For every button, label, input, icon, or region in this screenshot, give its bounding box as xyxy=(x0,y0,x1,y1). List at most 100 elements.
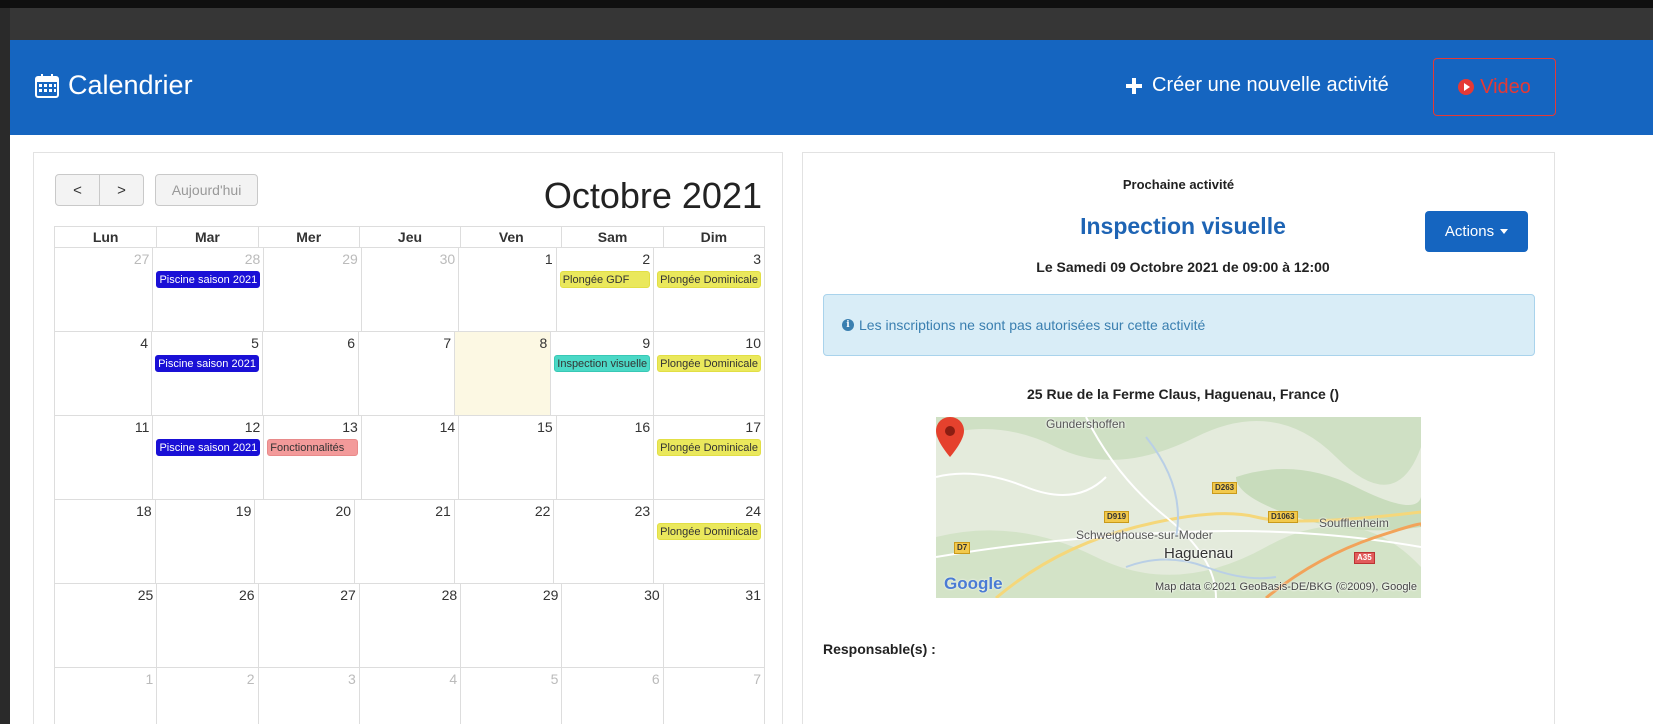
day-number[interactable]: 3 xyxy=(657,251,761,268)
day-cell[interactable]: 29 xyxy=(263,248,360,331)
location-map[interactable]: Gundershoffen Schweighouse-sur-Moder Hag… xyxy=(936,417,1421,598)
video-button[interactable]: Video xyxy=(1433,58,1556,116)
day-cell[interactable]: 6 xyxy=(261,332,358,415)
day-number[interactable]: 1 xyxy=(58,671,153,688)
actions-dropdown-button[interactable]: Actions xyxy=(1425,211,1528,252)
day-number[interactable]: 7 xyxy=(667,671,761,688)
day-cell[interactable]: 30 xyxy=(561,584,662,667)
day-number[interactable]: 2 xyxy=(560,251,650,268)
day-cell[interactable]: 19 xyxy=(154,500,255,583)
day-cell[interactable]: 15 xyxy=(458,416,555,499)
day-cell[interactable]: 6 xyxy=(561,668,662,724)
day-cell[interactable]: 7 xyxy=(358,332,454,415)
day-cell[interactable]: 5 xyxy=(460,668,561,724)
day-number[interactable]: 3 xyxy=(262,671,356,688)
day-number[interactable]: 9 xyxy=(554,335,650,352)
day-number[interactable]: 30 xyxy=(365,251,456,268)
day-number[interactable]: 16 xyxy=(560,419,651,436)
day-cell[interactable]: 25 xyxy=(55,584,156,667)
day-number[interactable]: 4 xyxy=(58,335,148,352)
day-cell[interactable]: 22 xyxy=(453,500,554,583)
day-cell[interactable]: 10 Plongée Dominicale xyxy=(653,332,764,415)
day-cell[interactable]: 3 xyxy=(257,668,359,724)
day-number[interactable]: 1 xyxy=(462,251,553,268)
day-number[interactable]: 5 xyxy=(155,335,259,352)
calendar-event[interactable]: Inspection visuelle xyxy=(554,355,651,372)
day-cell[interactable]: 16 xyxy=(555,416,653,499)
day-cell[interactable]: 9 Inspection visuelle xyxy=(550,332,653,415)
day-number[interactable]: 4 xyxy=(363,671,457,688)
day-number[interactable]: 10 xyxy=(657,335,761,352)
next-month-button[interactable]: > xyxy=(99,174,144,206)
day-cell[interactable]: 13 Fonctionnalités xyxy=(263,416,360,499)
today-button[interactable]: Aujourd'hui xyxy=(155,174,258,206)
day-number[interactable]: 31 xyxy=(667,587,761,604)
day-cell[interactable]: 23 xyxy=(553,500,653,583)
day-cell[interactable]: 28 xyxy=(358,584,460,667)
day-cell[interactable]: 29 xyxy=(460,584,561,667)
day-number[interactable]: 12 xyxy=(156,419,261,436)
day-cell-today[interactable]: 8 xyxy=(454,332,551,415)
day-cell[interactable]: 18 xyxy=(55,500,155,583)
day-number[interactable]: 5 xyxy=(464,671,559,688)
day-number[interactable]: 19 xyxy=(159,503,252,520)
day-number[interactable]: 8 xyxy=(458,335,547,352)
day-number[interactable]: 24 xyxy=(657,503,761,520)
day-number[interactable]: 22 xyxy=(458,503,551,520)
day-number[interactable]: 23 xyxy=(557,503,651,520)
day-cell[interactable]: 14 xyxy=(360,416,458,499)
day-number[interactable]: 13 xyxy=(267,419,358,436)
day-number[interactable]: 6 xyxy=(565,671,660,688)
day-number[interactable]: 17 xyxy=(657,419,761,436)
day-cell[interactable]: 26 xyxy=(156,584,257,667)
day-number[interactable]: 25 xyxy=(58,587,154,604)
day-number[interactable]: 20 xyxy=(258,503,352,520)
day-number[interactable]: 6 xyxy=(266,335,355,352)
day-cell[interactable]: 30 xyxy=(360,248,458,331)
day-cell[interactable]: 27 xyxy=(257,584,359,667)
prev-month-button[interactable]: < xyxy=(55,174,100,206)
day-cell[interactable]: 4 xyxy=(358,668,460,724)
day-cell[interactable]: 21 xyxy=(354,500,454,583)
day-cell[interactable]: 1 xyxy=(458,248,555,331)
calendar-event[interactable]: Plongée GDF xyxy=(559,271,651,288)
day-cell[interactable]: 31 xyxy=(662,584,764,667)
day-number[interactable]: 14 xyxy=(365,419,456,436)
day-number[interactable]: 29 xyxy=(464,587,559,604)
day-number[interactable]: 27 xyxy=(58,251,150,268)
day-cell[interactable]: 24 Plongée Dominicale xyxy=(653,500,764,583)
day-cell[interactable]: 4 xyxy=(55,332,151,415)
day-cell[interactable]: 3 Plongée Dominicale xyxy=(653,248,764,331)
day-cell[interactable]: 20 xyxy=(254,500,354,583)
day-number[interactable]: 28 xyxy=(363,587,458,604)
day-number[interactable]: 7 xyxy=(362,335,451,352)
day-number[interactable]: 21 xyxy=(358,503,451,520)
day-number[interactable]: 27 xyxy=(262,587,356,604)
day-cell[interactable]: 11 xyxy=(55,416,152,499)
day-cell[interactable]: 12 Piscine saison 2021 xyxy=(152,416,263,499)
calendar-event[interactable]: Fonctionnalités xyxy=(267,439,358,456)
day-number[interactable]: 26 xyxy=(160,587,255,604)
calendar-event[interactable]: Plongée Dominicale xyxy=(657,523,761,540)
day-number[interactable]: 30 xyxy=(565,587,660,604)
day-cell[interactable]: 28 Piscine saison 2021 xyxy=(152,248,263,331)
create-activity-button[interactable]: Créer une nouvelle activité xyxy=(1126,74,1389,97)
day-number[interactable]: 29 xyxy=(267,251,358,268)
day-number[interactable]: 15 xyxy=(462,419,553,436)
day-cell[interactable]: 27 xyxy=(55,248,152,331)
day-number[interactable]: 18 xyxy=(58,503,152,520)
day-cell[interactable]: 2 Plongée GDF xyxy=(555,248,653,331)
day-number[interactable]: 28 xyxy=(156,251,261,268)
day-number[interactable]: 11 xyxy=(58,419,150,436)
calendar-event[interactable]: Plongée Dominicale xyxy=(657,439,761,456)
calendar-event[interactable]: Piscine saison 2021 xyxy=(156,439,261,456)
day-number[interactable]: 2 xyxy=(160,671,255,688)
day-cell[interactable]: 1 xyxy=(55,668,156,724)
calendar-event[interactable]: Piscine saison 2021 xyxy=(156,271,261,288)
calendar-event[interactable]: Piscine saison 2021 xyxy=(155,355,259,372)
day-cell[interactable]: 17 Plongée Dominicale xyxy=(653,416,764,499)
calendar-event[interactable]: Plongée Dominicale xyxy=(657,271,761,288)
day-cell[interactable]: 7 xyxy=(662,668,764,724)
day-cell[interactable]: 5 Piscine saison 2021 xyxy=(151,332,262,415)
day-cell[interactable]: 2 xyxy=(156,668,257,724)
